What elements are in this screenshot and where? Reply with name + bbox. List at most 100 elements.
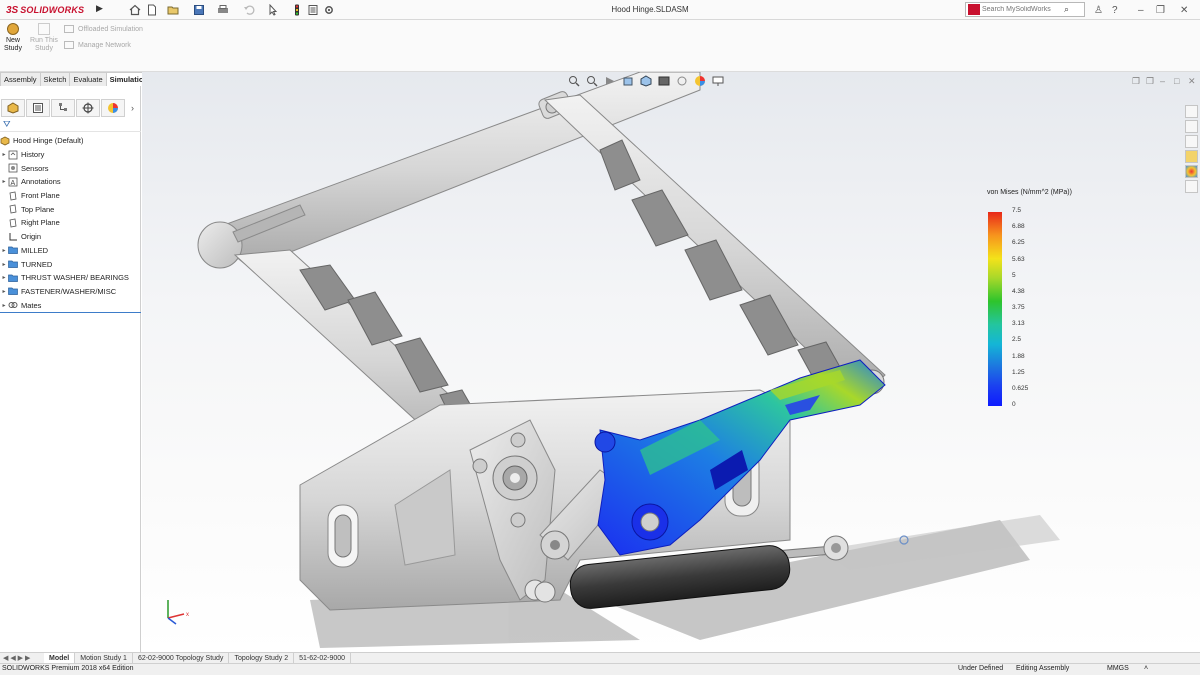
zoom-area-icon[interactable]	[585, 75, 599, 87]
view-orientation-icon[interactable]	[639, 75, 653, 87]
tab-assembly[interactable]: Assembly	[0, 72, 41, 86]
solidworks-logo[interactable]: 3S SOLIDWORKS	[6, 3, 84, 17]
custom-properties-icon[interactable]	[1185, 180, 1198, 193]
tree-item-top-plane[interactable]: Top Plane	[0, 202, 141, 216]
tree-item-label: TURNED	[21, 259, 53, 269]
tree-item-label: Top Plane	[21, 204, 55, 214]
unit-system[interactable]: MMGS	[1107, 665, 1129, 672]
assembly-icon	[0, 136, 10, 146]
home-icon[interactable]	[128, 3, 142, 17]
search-input[interactable]	[982, 6, 1062, 13]
tree-item-thrust-washer-bearings[interactable]: ▸ THRUST WASHER/ BEARINGS	[0, 271, 141, 285]
plane-icon	[8, 204, 18, 214]
view-settings-icon[interactable]	[711, 75, 725, 87]
options-gear-icon[interactable]	[322, 3, 336, 17]
brand-name: SOLIDWORKS	[20, 5, 85, 15]
expand-arrow-icon[interactable]: ▸	[0, 288, 8, 295]
file-properties-icon[interactable]	[306, 3, 320, 17]
viewport-close-icon[interactable]: ✕	[1188, 76, 1198, 86]
tab-motion-study-1[interactable]: Motion Study 1	[75, 652, 133, 664]
run-study-button[interactable]: Run This Study	[30, 23, 58, 53]
tree-item-front-plane[interactable]: Front Plane	[0, 189, 141, 203]
tree-item-annotations[interactable]: ▸ A Annotations	[0, 175, 141, 189]
view-palette-icon[interactable]	[1185, 150, 1198, 163]
tree-item-origin[interactable]: Origin	[0, 230, 141, 244]
tab-topology-study-62-02-9000[interactable]: 62-02-9000 Topology Study	[133, 652, 230, 664]
search-source-icon[interactable]	[968, 4, 980, 15]
unit-system-dropdown-icon[interactable]: ˄	[1144, 665, 1148, 672]
viewport-maximize-icon[interactable]: □	[1174, 76, 1184, 86]
edit-appearance-icon[interactable]	[693, 75, 707, 87]
viewport-minimize-icon[interactable]: –	[1160, 76, 1170, 86]
right-link[interactable]	[543, 94, 886, 401]
expand-arrow-icon[interactable]: ▸	[0, 274, 8, 281]
offloaded-simulation-button[interactable]: Offloaded Simulation	[64, 25, 143, 33]
tab-model[interactable]: Model	[44, 652, 76, 664]
search-mysolidworks[interactable]: ⌕	[965, 2, 1085, 17]
legend-value-label: 0	[1012, 401, 1016, 408]
help-icon[interactable]: ?	[1112, 3, 1118, 17]
tree-item-history[interactable]: ▸ History	[0, 148, 141, 162]
restore-icon[interactable]: ❐	[1156, 3, 1165, 17]
task-pane	[1185, 105, 1200, 195]
tree-item-sensors[interactable]: Sensors	[0, 161, 141, 175]
search-icon[interactable]: ⌕	[1064, 4, 1069, 15]
file-explorer-icon[interactable]	[1185, 135, 1198, 148]
undo-icon[interactable]	[242, 3, 256, 17]
design-library-icon[interactable]	[1185, 120, 1198, 133]
property-manager-tab-icon[interactable]	[26, 99, 50, 117]
resources-icon[interactable]	[1185, 105, 1198, 118]
plane-icon	[8, 218, 18, 228]
graphics-area[interactable]: x ❐ ❐ – □ ✕	[142, 72, 1200, 652]
configuration-manager-tab-icon[interactable]	[51, 99, 75, 117]
legend-value-label: 3.13	[1012, 320, 1025, 328]
print-icon[interactable]	[216, 3, 230, 17]
tab-sketch[interactable]: Sketch	[39, 72, 71, 86]
zoom-to-fit-icon[interactable]	[567, 75, 581, 87]
tree-filter[interactable]: ⛛	[0, 118, 141, 132]
expand-arrow-icon[interactable]: ▸	[0, 247, 8, 254]
viewport-tile-icon[interactable]: ❐	[1146, 76, 1156, 86]
new-document-icon[interactable]	[145, 3, 159, 17]
tab-topology-study-2[interactable]: Topology Study 2	[229, 652, 295, 664]
tab-scroll-arrows[interactable]: ◀ ◀ ▶ ▶	[0, 654, 44, 662]
display-manager-tab-icon[interactable]	[101, 99, 125, 117]
traffic-light-icon[interactable]	[290, 3, 304, 17]
manage-network-button[interactable]: Manage Network	[64, 41, 131, 49]
viewport-restore-icon[interactable]: ❐	[1132, 76, 1142, 86]
tree-root[interactable]: Hood Hinge (Default)	[0, 134, 141, 148]
select-cursor-icon[interactable]	[266, 3, 280, 17]
tree-item-milled[interactable]: ▸ MILLED	[0, 244, 141, 258]
previous-view-icon[interactable]	[603, 75, 617, 87]
user-icon[interactable]: ♙	[1094, 3, 1103, 17]
tree-item-label: History	[21, 150, 45, 160]
menu-expand-icon[interactable]: ▶	[96, 3, 103, 14]
feature-manager-tab-icon[interactable]	[1, 99, 25, 117]
panel-tabs-more-icon[interactable]: ›	[131, 103, 134, 113]
expand-arrow-icon[interactable]: ▸	[0, 261, 8, 268]
tree-item-turned[interactable]: ▸ TURNED	[0, 257, 141, 271]
section-view-icon[interactable]	[621, 75, 635, 87]
hide-show-items-icon[interactable]	[675, 75, 689, 87]
tree-item-right-plane[interactable]: Right Plane	[0, 216, 141, 230]
expand-arrow-icon[interactable]: ▸	[0, 302, 8, 309]
save-icon[interactable]	[192, 3, 206, 17]
filter-icon[interactable]: ⛛	[3, 119, 11, 130]
tree-item-fastener-washer-misc[interactable]: ▸ FASTENER/WASHER/MISC	[0, 285, 141, 299]
expand-arrow-icon[interactable]: ▸	[0, 178, 8, 185]
svg-text:x: x	[186, 612, 189, 618]
display-style-icon[interactable]	[657, 75, 671, 87]
new-study-button[interactable]: New Study	[2, 23, 24, 53]
minimize-icon[interactable]: –	[1138, 3, 1144, 17]
heads-up-toolbar	[567, 75, 729, 87]
close-icon[interactable]: ✕	[1180, 3, 1188, 17]
model-viewport[interactable]: x	[142, 72, 1200, 652]
tab-evaluate[interactable]: Evaluate	[69, 72, 107, 86]
tab-51-62-02-9000[interactable]: 51-62-02-9000	[294, 652, 352, 664]
tree-item-mates[interactable]: ▸ Mates	[0, 298, 141, 312]
appearances-icon[interactable]	[1185, 165, 1198, 178]
open-file-icon[interactable]	[166, 3, 180, 17]
dimxpert-tab-icon[interactable]	[76, 99, 100, 117]
expand-arrow-icon[interactable]: ▸	[0, 151, 8, 158]
ds-logo-mark: 3S	[6, 4, 19, 16]
